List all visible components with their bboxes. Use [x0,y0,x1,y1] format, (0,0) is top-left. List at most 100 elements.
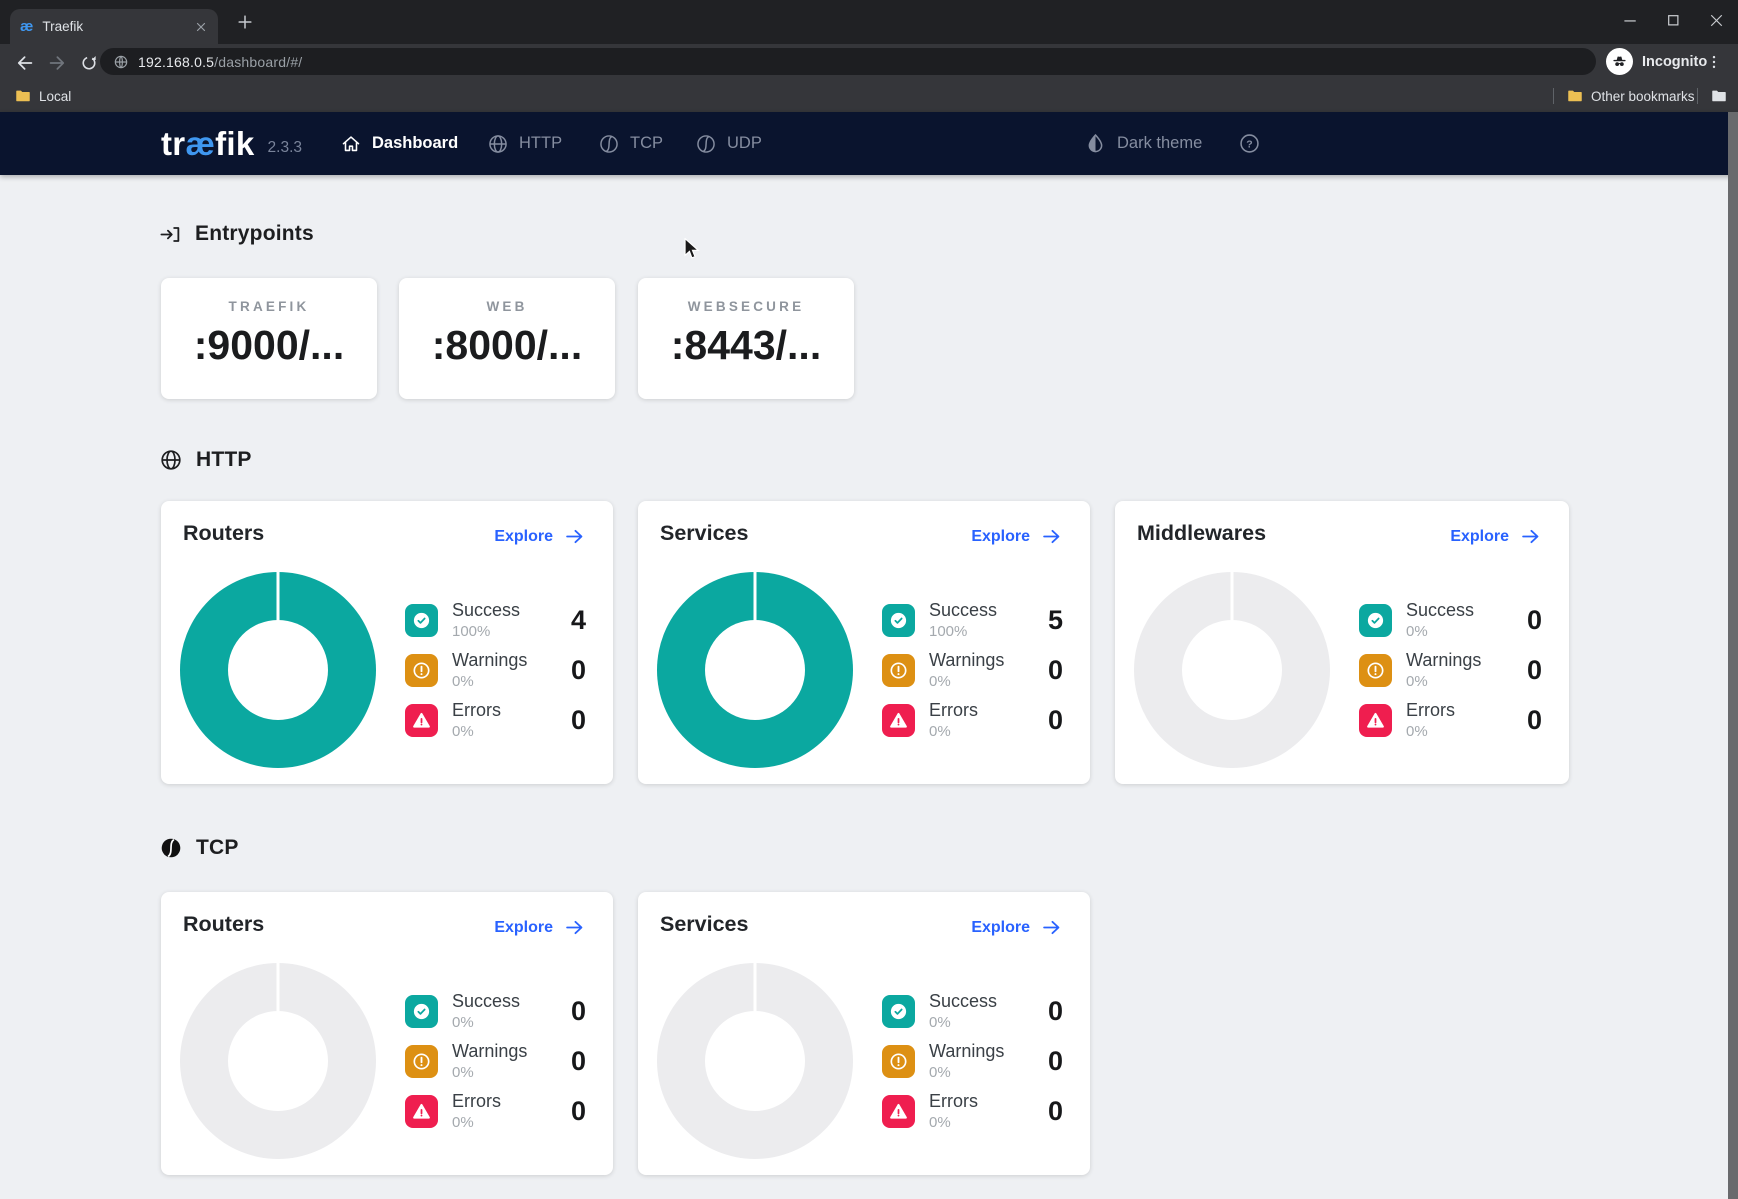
stat-value: 0 [1048,986,1063,1036]
explore-link[interactable]: Explore [1450,526,1541,547]
forward-button[interactable] [44,50,70,76]
explore-link[interactable]: Explore [494,526,585,547]
legend-row-success: Success100% [882,595,997,645]
stat-value: 0 [1527,695,1542,745]
legend-label: Success [452,600,520,621]
reload-button[interactable] [76,50,102,76]
error-icon [405,1095,438,1128]
legend-label: Warnings [929,1041,1004,1062]
nav-label: HTTP [519,134,562,153]
legend-percent: 0% [452,673,527,690]
bookmark-label: Local [39,89,71,104]
legend-row-errors: Errors0% [882,695,978,745]
browser-menu-button[interactable] [1705,49,1723,75]
dark-theme-toggle[interactable]: Dark theme [1084,112,1202,175]
vertical-scrollbar[interactable] [1728,112,1738,1199]
new-tab-button[interactable] [235,12,255,32]
bookmark-other[interactable]: Other bookmarks [1566,80,1695,112]
browser-tab[interactable]: æ Traefik [10,9,218,44]
window-controls [1609,0,1738,40]
home-icon [340,133,362,155]
http-services-card: Services Explore Success100% Warnings0% … [638,501,1090,784]
legend-row-success: Success0% [405,986,520,1036]
legend-label: Errors [929,700,978,721]
legend-label: Errors [929,1091,978,1112]
arrow-right-icon [564,526,585,547]
explore-link[interactable]: Explore [971,917,1062,938]
tcp-heading: TCP [159,836,239,860]
legend-percent: 0% [1406,673,1481,690]
minimize-button[interactable] [1609,0,1652,40]
legend-percent: 0% [452,1064,527,1081]
nav-tcp[interactable]: TCP [598,112,663,175]
entrypoints-heading: Entrypoints [159,222,314,246]
legend-label: Warnings [929,650,1004,671]
close-window-button[interactable] [1695,0,1738,40]
card-title: Routers [183,912,264,937]
bookmarks-folder-icon[interactable] [1710,80,1728,112]
success-icon [405,604,438,637]
mouse-cursor [682,238,702,260]
error-icon [1359,704,1392,737]
legend-row-success: Success100% [405,595,520,645]
legend-label: Errors [452,700,501,721]
legend-row-errors: Errors0% [405,1086,501,1136]
stat-value: 0 [1527,595,1542,645]
legend-row-warnings: Warnings0% [1359,645,1481,695]
traefik-favicon: æ [20,19,33,34]
entrypoint-port: :8443/... [638,322,854,369]
url-path: /dashboard/#/ [214,54,302,70]
entrypoint-card-websecure: WEBSECURE :8443/... [638,278,854,399]
back-button[interactable] [12,50,38,76]
bookmark-local[interactable]: Local [14,80,71,112]
globe-icon [159,448,183,472]
help-button[interactable]: ? [1238,112,1261,175]
legend-label: Warnings [452,650,527,671]
legend-row-warnings: Warnings 0% [405,645,527,695]
error-icon [882,1095,915,1128]
legend-row-warnings: Warnings0% [405,1036,527,1086]
globe-icon [487,133,509,155]
legend-percent: 0% [929,1114,978,1131]
explore-link[interactable]: Explore [971,526,1062,547]
help-icon: ? [1238,132,1261,155]
nav-dashboard[interactable]: Dashboard [340,112,458,175]
status-donut-chart [180,963,376,1159]
warning-icon [1359,654,1392,687]
browser-tab-strip: æ Traefik [0,0,1738,44]
success-icon [882,604,915,637]
contrast-icon [1084,132,1107,155]
legend-row-success: Success0% [882,986,997,1036]
legend-label: Success [929,991,997,1012]
nav-udp[interactable]: UDP [695,112,762,175]
success-icon [882,995,915,1028]
legend-percent: 0% [452,1014,520,1031]
legend-percent: 0% [452,723,501,740]
explore-label: Explore [494,528,553,546]
entrypoint-card-traefik: TRAEFIK :9000/... [161,278,377,399]
tab-title: Traefik [42,19,194,34]
card-title: Services [660,912,748,937]
bookmarks-bar: Local Other bookmarks [0,80,1738,112]
traefik-logo[interactable]: træfik 2.3.3 [161,112,302,175]
tab-close-icon[interactable] [194,20,208,34]
divider [1697,88,1698,104]
site-info-icon[interactable] [113,54,129,70]
svg-text:?: ? [1246,138,1252,150]
stat-value: 0 [571,986,586,1036]
status-donut-chart [657,572,853,768]
explore-label: Explore [971,528,1030,546]
nav-http[interactable]: HTTP [487,112,562,175]
entrypoint-name: TRAEFIK [161,299,377,314]
stat-value: 0 [1048,695,1063,745]
address-bar[interactable]: 192.168.0.5/dashboard/#/ [100,48,1596,75]
explore-label: Explore [1450,528,1509,546]
stat-value: 0 [571,1036,586,1086]
tcp-icon [598,133,620,155]
explore-link[interactable]: Explore [494,917,585,938]
url-host: 192.168.0.5 [138,54,214,70]
legend-row-warnings: Warnings0% [882,645,1004,695]
legend-percent: 0% [929,1064,1004,1081]
maximize-button[interactable] [1652,0,1695,40]
bookmark-label: Other bookmarks [1591,89,1695,104]
